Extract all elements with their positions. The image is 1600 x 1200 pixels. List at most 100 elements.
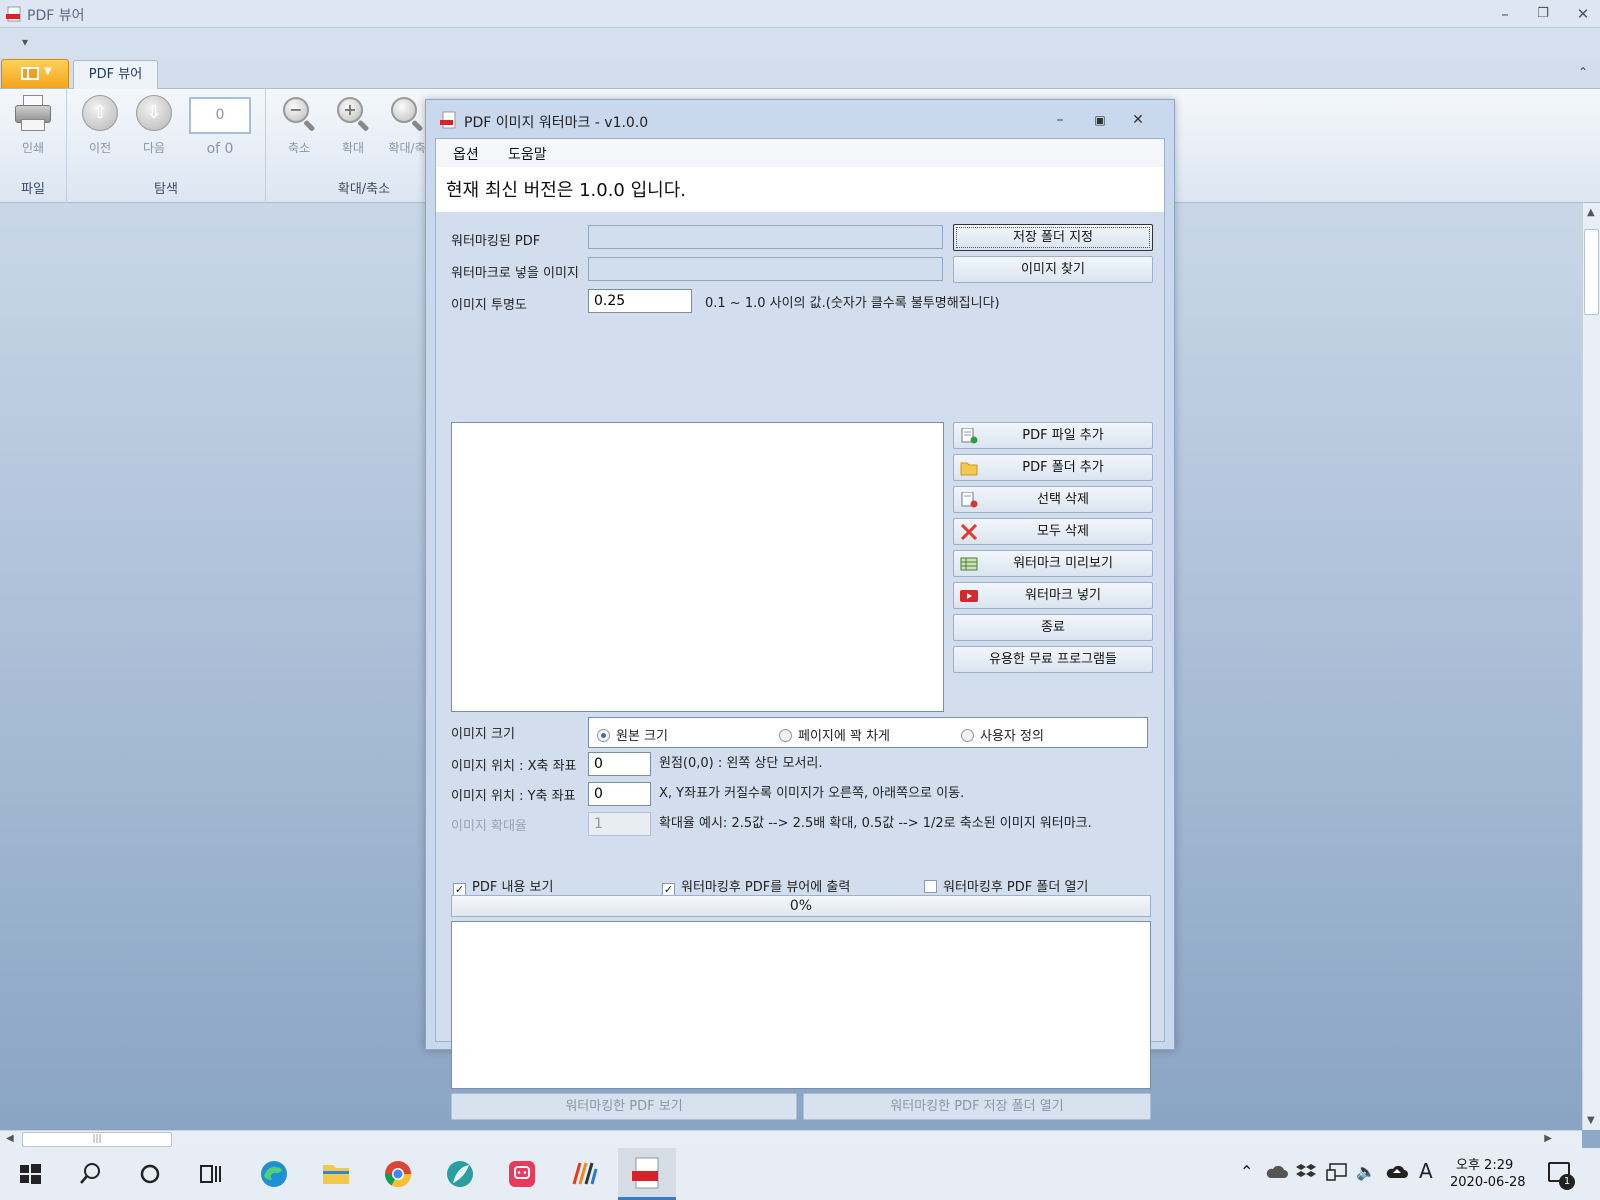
zoom-in-icon: + (335, 95, 371, 132)
preview-grid-icon (960, 557, 978, 571)
insert-watermark-button[interactable]: 워터마크 넣기 (953, 582, 1153, 609)
search-icon[interactable] (72, 1156, 108, 1192)
taskbar: ⌃ 🔈 A 오후 2:29 2020-06-28 1 (0, 1148, 1600, 1200)
dialog-menubar: 옵션 도움말 (436, 139, 1164, 167)
find-image-button[interactable]: 이미지 찾기 (953, 256, 1153, 283)
scroll-up-icon[interactable]: ▲ (1587, 207, 1595, 218)
close-button[interactable]: ✕ (1568, 4, 1598, 24)
preview-button[interactable]: 워터마크 미리보기 (953, 550, 1153, 577)
version-text: 현재 최신 버전은 1.0.0 입니다. (446, 180, 687, 201)
network-icon[interactable] (1326, 1162, 1348, 1182)
y-position-input[interactable]: 0 (588, 782, 651, 806)
x-position-hint: 원점(0,0) : 왼쪽 상단 모서리. (659, 756, 823, 771)
scroll-down-icon[interactable]: ▼ (1587, 1115, 1595, 1126)
image-path[interactable] (588, 257, 943, 281)
clock-time[interactable]: 오후 2:29 (1456, 1154, 1513, 1173)
minimize-button[interactable]: – (1490, 4, 1520, 24)
pdf-viewer-taskbar-item[interactable] (618, 1148, 676, 1200)
opacity-label: 이미지 투명도 (451, 298, 527, 313)
vertical-scrollbar[interactable]: ▲ ▼ (1582, 203, 1600, 1130)
menu-help[interactable]: 도움말 (508, 144, 547, 164)
pdf-file-list[interactable] (451, 422, 944, 712)
restore-button[interactable]: ❐ (1528, 4, 1558, 24)
clock-date[interactable]: 2020-06-28 (1450, 1175, 1526, 1190)
prev-page-button[interactable]: ⇧ 이전 (75, 95, 125, 159)
image-size-options: 원본 크기 페이지에 꽉 차게 사용자 정의 (588, 717, 1148, 748)
progress-text: 0% (789, 898, 813, 914)
add-file-icon (961, 428, 978, 444)
dialog-minimize-button[interactable]: – (1046, 110, 1074, 130)
page-number-input[interactable]: 0 (189, 97, 251, 134)
open-watermarked-folder-button[interactable]: 워터마킹한 PDF 저장 폴더 열기 (803, 1093, 1151, 1120)
add-pdf-folder-button[interactable]: PDF 폴더 추가 (953, 454, 1153, 481)
play-icon (960, 590, 978, 602)
save-folder-button[interactable]: 저장 폴더 지정 (953, 224, 1153, 251)
ribbon-collapse-icon[interactable]: ⌃ (1578, 65, 1588, 79)
volume-icon[interactable]: 🔈 (1356, 1162, 1376, 1181)
ime-indicator[interactable]: A (1419, 1159, 1433, 1183)
quick-access-dropdown-icon[interactable]: ▾ (22, 35, 28, 49)
stripes-app-icon[interactable] (566, 1156, 602, 1192)
watermarked-pdf-path[interactable] (588, 225, 943, 249)
x-position-label: 이미지 위치 : X축 좌표 (451, 759, 577, 774)
cortana-icon[interactable] (132, 1156, 168, 1192)
output-to-viewer-checkbox[interactable]: ✓ 워터마킹후 PDF를 뷰어에 출력 (662, 876, 850, 896)
log-output[interactable] (451, 921, 1151, 1089)
free-programs-button[interactable]: 유용한 무료 프로그램들 (953, 646, 1153, 673)
print-label: 인쇄 (21, 141, 45, 155)
app-menu-button[interactable]: ▼ (1, 59, 69, 88)
edge-browser-icon[interactable] (256, 1156, 292, 1192)
save-folder-label: 저장 폴더 지정 (1012, 230, 1094, 245)
feather-app-icon[interactable] (442, 1156, 478, 1192)
delete-selected-button[interactable]: 선택 삭제 (953, 486, 1153, 513)
opacity-input[interactable]: 0.25 (588, 289, 692, 313)
insert-watermark-label: 워터마크 넣기 (1025, 588, 1101, 603)
delete-selected-label: 선택 삭제 (1037, 492, 1089, 507)
tab-pdf-viewer[interactable]: PDF 뷰어 (73, 60, 158, 90)
scale-input[interactable]: 1 (588, 812, 651, 836)
cloud-upload-icon[interactable] (1386, 1164, 1408, 1180)
exit-button[interactable]: 종료 (953, 614, 1153, 641)
zoom-out-label: 축소 (287, 141, 311, 155)
chat-app-icon[interactable] (504, 1156, 540, 1192)
radio-fit-page[interactable]: 페이지에 꽉 차게 (779, 725, 890, 744)
notification-badge: 1 (1559, 1174, 1575, 1190)
next-page-button[interactable]: ⇩ 다음 (129, 95, 179, 159)
group-label-nav: 탐색 (154, 182, 178, 197)
file-explorer-icon[interactable] (318, 1156, 354, 1192)
windows-start-icon[interactable] (12, 1156, 48, 1192)
horizontal-scrollbar[interactable]: ◀ ||| ▶ (0, 1130, 1582, 1148)
show-pdf-checkbox[interactable]: ✓ PDF 내용 보기 (453, 876, 553, 896)
zoom-out-button[interactable]: − 축소 (274, 95, 324, 159)
version-banner: 현재 최신 버전은 1.0.0 입니다. (436, 167, 1164, 212)
panel-icon (21, 67, 39, 80)
print-button[interactable]: 인쇄 (8, 95, 58, 159)
horizontal-scroll-thumb[interactable]: ||| (22, 1132, 172, 1147)
dialog-maximize-button[interactable]: ▣ (1086, 110, 1114, 130)
radio-original-size[interactable]: 원본 크기 (597, 725, 668, 744)
progress-bar: 0% (451, 895, 1151, 917)
chrome-icon[interactable] (380, 1156, 416, 1192)
dialog-titlebar: PDF 이미지 워터마크 - v1.0.0 – ▣ ✕ (426, 100, 1174, 138)
view-watermarked-pdf-button[interactable]: 워터마킹한 PDF 보기 (451, 1093, 797, 1120)
delete-file-icon (961, 492, 978, 508)
image-label: 워터마크로 넣을 이미지 (451, 266, 579, 281)
task-view-icon[interactable] (192, 1156, 228, 1192)
scroll-left-icon[interactable]: ◀ (6, 1133, 14, 1144)
dialog-body: 옵션 도움말 현재 최신 버전은 1.0.0 입니다. 워터마킹된 PDF 저장… (435, 138, 1165, 1120)
tray-expand-icon[interactable]: ⌃ (1240, 1162, 1253, 1181)
open-folder-checkbox[interactable]: 워터마킹후 PDF 폴더 열기 (924, 876, 1088, 895)
x-position-input[interactable]: 0 (588, 752, 651, 776)
menu-options[interactable]: 옵션 (453, 144, 479, 164)
radio-custom[interactable]: 사용자 정의 (961, 725, 1044, 744)
vertical-scroll-thumb[interactable] (1584, 229, 1599, 315)
find-image-label: 이미지 찾기 (1021, 262, 1085, 277)
scroll-right-icon[interactable]: ▶ (1544, 1133, 1552, 1144)
onedrive-icon[interactable] (1266, 1164, 1288, 1180)
quick-access-toolbar: ▾ (0, 29, 1600, 59)
delete-all-button[interactable]: 모두 삭제 (953, 518, 1153, 545)
zoom-in-button[interactable]: + 확대 (328, 95, 378, 159)
dialog-close-button[interactable]: ✕ (1124, 110, 1152, 130)
add-pdf-file-button[interactable]: PDF 파일 추가 (953, 422, 1153, 449)
dropbox-icon[interactable] (1296, 1162, 1316, 1182)
